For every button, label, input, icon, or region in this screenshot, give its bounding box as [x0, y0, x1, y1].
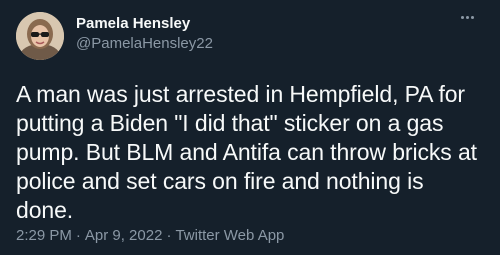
- tweet-source-app[interactable]: Twitter Web App: [175, 227, 284, 244]
- author-handle[interactable]: @PamelaHensley22: [76, 34, 213, 54]
- tweet-header: Pamela Hensley @PamelaHensley22: [16, 12, 484, 62]
- meta-separator: ·: [166, 227, 172, 244]
- tweet-time[interactable]: 2:29 PM: [16, 227, 72, 244]
- more-dot: [460, 15, 464, 19]
- tweet-date[interactable]: Apr 9, 2022: [85, 227, 163, 244]
- meta-separator: ·: [75, 227, 81, 244]
- more-horizontal-icon[interactable]: [456, 10, 478, 24]
- author-display-name[interactable]: Pamela Hensley: [76, 14, 213, 34]
- avatar-photo-icon: [16, 12, 64, 60]
- tweet-metadata: 2:29 PM · Apr 9, 2022 · Twitter Web App: [16, 226, 284, 246]
- more-dot: [465, 15, 469, 19]
- author-names: Pamela Hensley @PamelaHensley22: [76, 14, 213, 54]
- more-dot: [470, 15, 474, 19]
- tweet-text: A man was just arrested in Hempfield, PA…: [16, 81, 477, 223]
- tweet-card: Pamela Hensley @PamelaHensley22 A man wa…: [0, 0, 500, 255]
- avatar[interactable]: [16, 12, 64, 60]
